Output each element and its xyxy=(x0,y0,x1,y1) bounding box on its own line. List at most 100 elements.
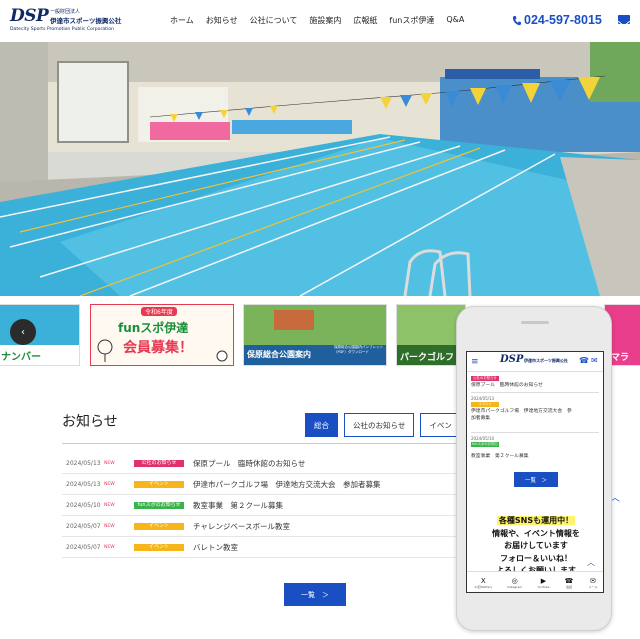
footer-label: 電話 xyxy=(566,585,573,589)
pool-photo xyxy=(0,42,640,296)
new-badge: NEW xyxy=(104,523,115,529)
logo-org-type: 一般財団法人 xyxy=(50,9,81,15)
new-badge: NEW xyxy=(104,481,115,487)
nav-funspo[interactable]: funスポ伊達 xyxy=(389,15,434,26)
banner-golf-title: パークゴルフ xyxy=(400,353,455,363)
news-title: 伊達市パークゴルフ場 伊達地方交流大会 参加者募集 xyxy=(193,479,381,489)
mobile-header: ≡ DSP 伊達市スポーツ振興公社 ☎ ✉ xyxy=(467,352,603,372)
mail-link[interactable]: ✉ メール xyxy=(588,577,597,589)
x-link[interactable]: X X(旧Twitter) xyxy=(475,577,492,589)
category-badge: 公社のお知らせ xyxy=(134,459,184,467)
news-row[interactable]: 2024/05/07 NEW イベント チャレンジベースボール教室 xyxy=(62,516,482,537)
sns-line: 情報や、イベント情報を xyxy=(492,528,580,538)
phone-icon: ☎ xyxy=(564,577,574,585)
mobile-category-badge: funスポのお知らせ xyxy=(471,442,499,451)
nav-news[interactable]: お知らせ xyxy=(206,15,238,26)
tab-corp-news[interactable]: 公社のお知らせ xyxy=(344,413,415,437)
footer-label: X(旧Twitter) xyxy=(474,585,492,589)
news-title: バレトン教室 xyxy=(193,542,238,552)
news-date: 2024/05/13 xyxy=(66,459,101,467)
mobile-news-row[interactable]: 公社のお知らせ 保原プール 臨時休館のお知らせ xyxy=(471,376,599,388)
new-badge: NEW xyxy=(104,544,115,550)
logo-org-en: Datecity Sports Promotion Public Corpora… xyxy=(10,27,114,32)
news-title: チャレンジベースボール教室 xyxy=(193,521,291,531)
logo-mark: DSP xyxy=(10,6,49,26)
instagram-link[interactable]: ◎ Instagram xyxy=(507,577,522,589)
site-logo[interactable]: DSP 一般財団法人 伊達市スポーツ振興公社 Datecity Sports P… xyxy=(8,6,123,36)
nav-qa[interactable]: Q&A xyxy=(446,15,464,26)
phone-screen: ≡ DSP 伊達市スポーツ振興公社 ☎ ✉ 公社のお知らせ 保原プール 臨時休館… xyxy=(466,351,604,593)
mobile-news-title: 伊達市パークゴルフ場 伊達地方交流大会 参 xyxy=(471,409,572,414)
mail-icon: ✉ xyxy=(590,577,596,585)
mail-icon[interactable] xyxy=(617,15,631,27)
mobile-news-title: 保原プール 臨時休館のお知らせ xyxy=(471,383,543,388)
news-title: 教室事業 第２クール募集 xyxy=(193,500,283,510)
footer-label: Instagram xyxy=(507,585,523,589)
news-row[interactable]: 2024/05/07 NEW イベント バレトン教室 xyxy=(62,537,482,558)
carousel-prev-button[interactable]: ‹ xyxy=(10,319,36,345)
mobile-mail-icon[interactable]: ✉ xyxy=(591,356,598,365)
news-date: 2024/05/13 xyxy=(66,480,101,488)
tab-all[interactable]: 総合 xyxy=(305,413,338,437)
nav-facilities[interactable]: 施設案内 xyxy=(309,15,341,26)
mobile-page-top-icon[interactable]: ︿ xyxy=(587,557,595,568)
mobile-news-title: 教室事業 第２クール募集 xyxy=(471,454,529,459)
ball-icon xyxy=(216,350,228,362)
news-row[interactable]: 2024/05/13 NEW 公社のお知らせ 保原プール 臨時休館のお知らせ xyxy=(62,453,482,474)
mobile-sns-section: 各種SNSも運用中！ 情報や、イベント情報を お届けしています フォロー＆いいね… xyxy=(467,515,603,578)
category-badge: イベント xyxy=(134,522,184,530)
news-heading: お知らせ xyxy=(62,414,118,430)
mobile-more-button[interactable]: 一覧 ＞ xyxy=(514,472,558,487)
logo-org-name: 伊達市スポーツ振興公社 xyxy=(50,17,122,25)
banner-funspo-title: funスポ伊達 xyxy=(118,321,189,335)
category-badge: funスポのお知らせ xyxy=(134,501,184,509)
youtube-link[interactable]: ▶ YouTube xyxy=(537,577,549,589)
chevron-left-icon: ‹ xyxy=(21,326,25,338)
racket-icon xyxy=(97,339,113,362)
nav-newsletter[interactable]: 広報紙 xyxy=(353,15,377,26)
instagram-icon: ◎ xyxy=(511,577,518,585)
news-row[interactable]: 2024/05/13 NEW イベント 伊達市パークゴルフ場 伊達地方交流大会 … xyxy=(62,474,482,495)
new-badge: NEW xyxy=(104,460,115,466)
news-title: 保原プール 臨時休館のお知らせ xyxy=(193,458,306,468)
category-badge: イベント xyxy=(134,480,184,488)
main-nav: ホーム お知らせ 公社について 施設案内 広報紙 funスポ伊達 Q&A xyxy=(170,15,476,26)
mobile-category-badge: イベント xyxy=(471,402,499,407)
hamburger-icon[interactable]: ≡ xyxy=(471,357,479,367)
phone-speaker xyxy=(521,321,549,324)
mobile-logo-mark[interactable]: DSP xyxy=(500,354,523,365)
x-icon: X xyxy=(480,577,486,585)
banner-left-label: ナンバー xyxy=(1,352,41,363)
nav-about[interactable]: 公社について xyxy=(250,15,298,26)
footer-label: メール xyxy=(588,585,598,589)
news-row[interactable]: 2024/05/10 NEW funスポのお知らせ 教室事業 第２クール募集 xyxy=(62,495,482,516)
phone-link[interactable]: ☎ 電話 xyxy=(565,577,574,589)
nav-home[interactable]: ホーム xyxy=(170,15,194,26)
news-divider xyxy=(62,443,482,444)
mobile-news-row[interactable]: 2024/05/10 funスポのお知らせ 教室事業 第２クール募集 xyxy=(471,436,599,459)
phone-link[interactable]: 024-597-8015 xyxy=(512,13,602,27)
banner-funspo-era: 令和6年度 xyxy=(141,307,177,316)
phone-icon xyxy=(512,15,521,25)
youtube-icon: ▶ xyxy=(540,577,547,585)
new-badge: NEW xyxy=(104,502,115,508)
banner-park[interactable]: 保原総合公園案内 保原総合公園園内パンフレット（PDF）ダウンロード xyxy=(243,304,387,366)
banner-funspo-subtitle: 会員募集！ xyxy=(123,340,193,356)
banner-park-sub: 保原総合公園園内パンフレット（PDF）ダウンロード xyxy=(334,345,384,354)
news-more-button[interactable]: 一覧 ＞ xyxy=(284,583,346,606)
hero-image xyxy=(0,42,640,296)
banner-funspo[interactable]: 令和6年度 funスポ伊達 会員募集！ xyxy=(90,304,234,366)
sns-line: お届けしています xyxy=(504,541,568,550)
category-badge: イベント xyxy=(134,543,184,551)
footer-label: YouTube xyxy=(537,585,550,589)
mobile-phone-icon[interactable]: ☎ xyxy=(579,356,589,365)
sns-heading: 各種SNSも運用中！ xyxy=(496,516,576,525)
site-header: DSP 一般財団法人 伊達市スポーツ振興公社 Datecity Sports P… xyxy=(0,0,640,42)
mobile-logo-org: 伊達市スポーツ振興公社 xyxy=(524,358,568,363)
mobile-news-title-cont: 加者募集 xyxy=(471,416,491,421)
news-tabs: 総合 公社のお知らせ イベン xyxy=(305,413,467,437)
mobile-news-row[interactable]: 2024/05/13 イベント 伊達市パークゴルフ場 伊達地方交流大会 参 加者… xyxy=(471,396,599,421)
mobile-news-date: 2024/05/10 xyxy=(471,436,495,441)
tab-events[interactable]: イベン xyxy=(420,413,461,437)
sns-line: フォロー＆いいね！ xyxy=(500,553,572,563)
